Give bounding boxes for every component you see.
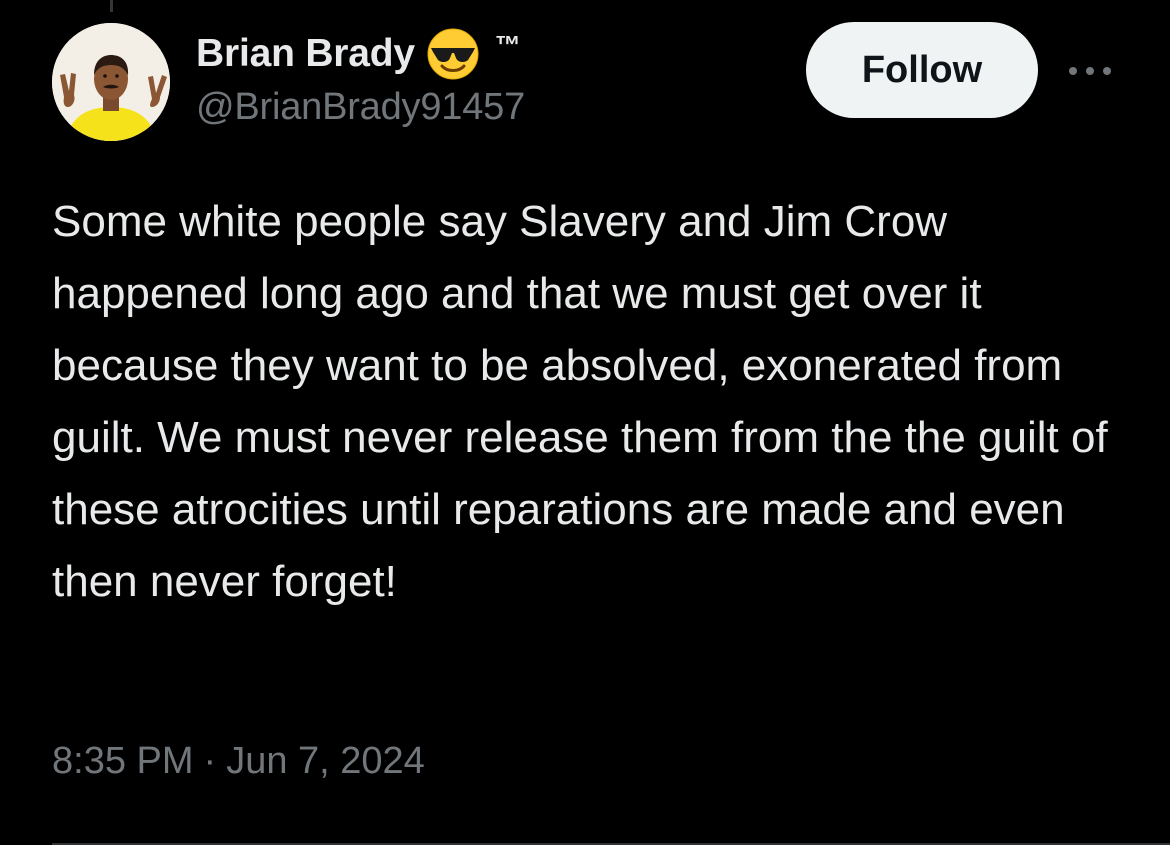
timestamp-separator: · <box>203 740 217 782</box>
tweet-timestamp[interactable]: 8:35 PM · Jun 7, 2024 <box>52 740 425 783</box>
tweet: Brian Brady ™ @BrianBrady91457 Follow So… <box>0 0 1170 845</box>
author-handle[interactable]: @BrianBrady91457 <box>196 86 525 129</box>
avatar[interactable] <box>52 23 170 141</box>
follow-button[interactable]: Follow <box>806 22 1038 118</box>
tweet-text: Some white people say Slavery and Jim Cr… <box>52 197 1108 606</box>
smiling-face-with-sunglasses-icon <box>425 26 481 82</box>
tweet-time: 8:35 PM <box>52 740 194 782</box>
more-horizontal-icon <box>1069 67 1111 75</box>
trademark-symbol: ™ <box>494 30 521 60</box>
author-display-name[interactable]: Brian Brady <box>196 32 415 76</box>
more-options-button[interactable] <box>1064 54 1116 88</box>
avatar-photo <box>52 23 170 141</box>
tweet-date: Jun 7, 2024 <box>226 740 425 782</box>
author-name-row: Brian Brady ™ <box>196 26 521 82</box>
